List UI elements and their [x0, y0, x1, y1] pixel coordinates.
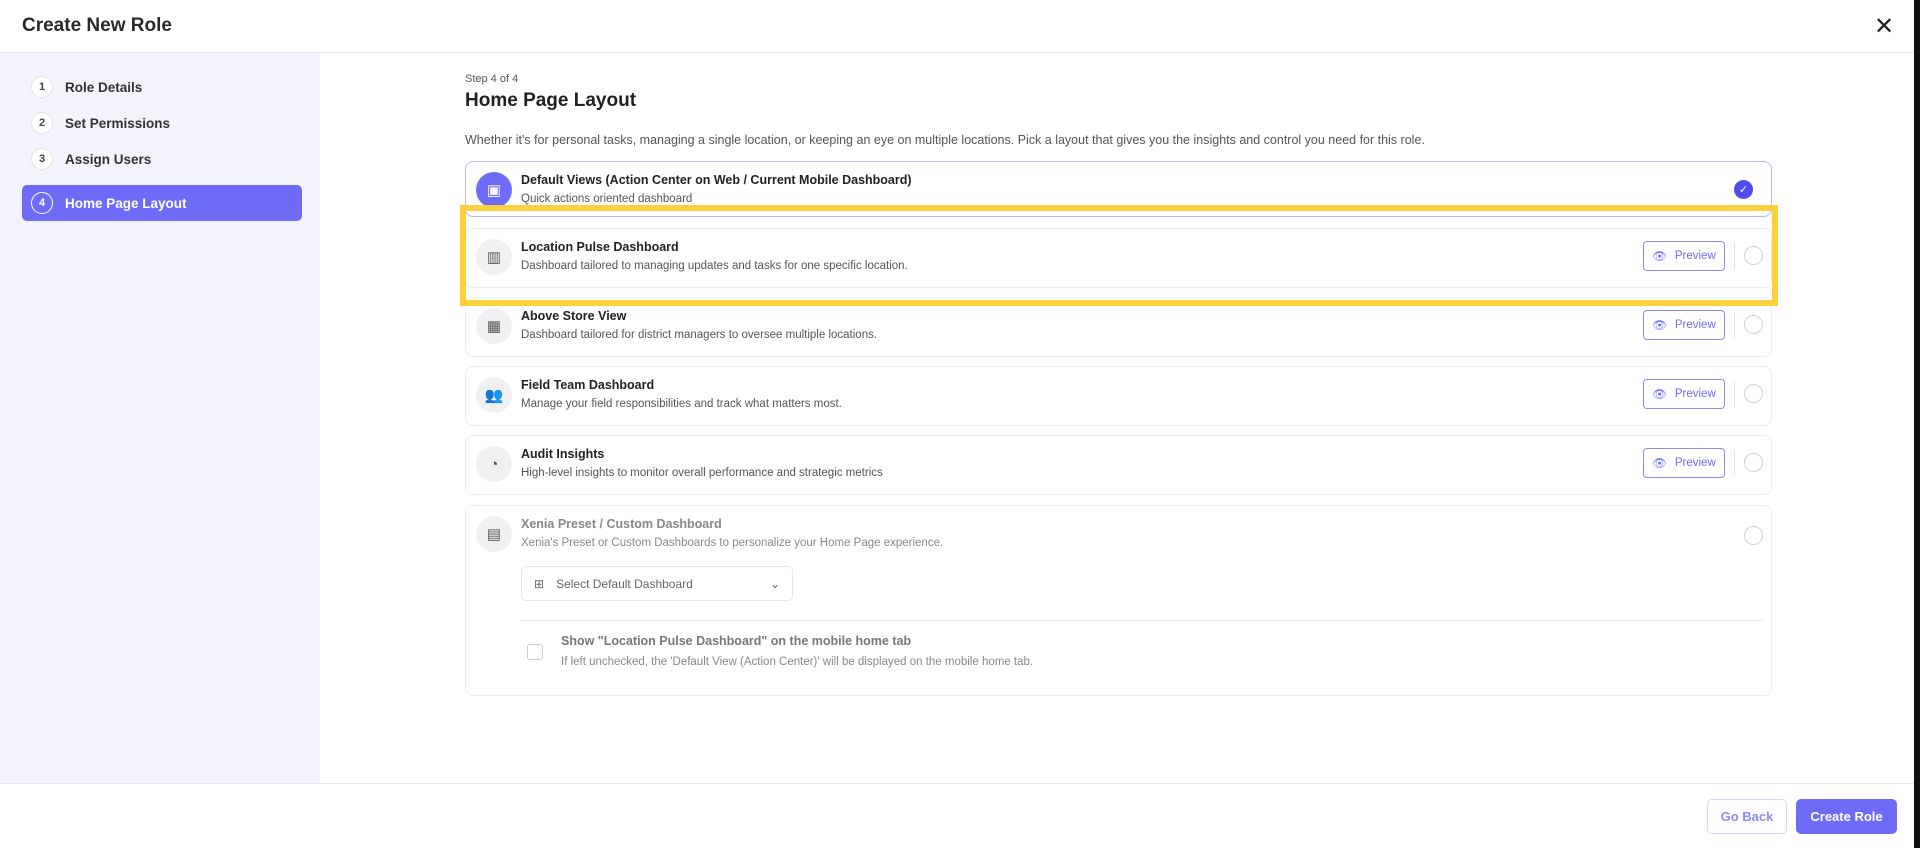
modal-footer: Go Back Create Role — [0, 783, 1914, 848]
go-back-button[interactable]: Go Back — [1707, 799, 1787, 834]
close-icon[interactable]: ✕ — [1874, 12, 1894, 41]
preview-button[interactable]: 👁 Preview — [1643, 310, 1725, 340]
step-label: Role Details — [65, 79, 143, 95]
option-location-pulse[interactable]: ▥ Location Pulse Dashboard Dashboard tai… — [465, 228, 1772, 288]
option-title: Default Views (Action Center on Web / Cu… — [521, 173, 912, 187]
option-desc: Dashboard tailored to managing updates a… — [521, 260, 908, 272]
page-title: Home Page Layout — [465, 90, 637, 111]
option-audit-insights[interactable]: ◔ Audit Insights High-level insights to … — [465, 435, 1772, 495]
step-number: 1 — [31, 76, 53, 98]
step-set-permissions[interactable]: 2 Set Permissions — [22, 106, 302, 140]
option-desc: Dashboard tailored for district managers… — [521, 329, 878, 341]
step-label: Assign Users — [65, 151, 152, 167]
option-title: Above Store View — [521, 309, 627, 323]
divider — [1734, 381, 1735, 407]
checkbox-description: If left unchecked, the 'Default View (Ac… — [561, 656, 1034, 668]
step-indicator: Step 4 of 4 — [465, 73, 519, 85]
preview-label: Preview — [1674, 388, 1716, 400]
preview-button[interactable]: 👁 Preview — [1643, 241, 1725, 271]
step-assign-users[interactable]: 3 Assign Users — [22, 142, 302, 176]
divider — [521, 620, 1763, 621]
preview-label: Preview — [1674, 250, 1716, 262]
option-desc: Manage your field responsibilities and t… — [521, 398, 842, 410]
step-number: 3 — [31, 148, 53, 170]
divider — [1734, 450, 1735, 476]
step-number: 2 — [31, 112, 53, 134]
option-radio[interactable] — [1744, 384, 1763, 403]
preview-label: Preview — [1674, 319, 1716, 331]
mobile-home-checkbox[interactable] — [527, 644, 543, 660]
grid-icon: ▦ — [476, 308, 512, 344]
step-role-details[interactable]: 1 Role Details — [22, 70, 302, 104]
option-radio[interactable] — [1744, 526, 1763, 545]
selected-check-icon[interactable]: ✓ — [1734, 180, 1753, 199]
step-number: 4 — [31, 192, 53, 214]
eye-icon: 👁 — [1652, 320, 1667, 332]
option-title: Location Pulse Dashboard — [521, 240, 679, 254]
preview-button[interactable]: 👁 Preview — [1643, 448, 1725, 478]
eye-icon: 👁 — [1652, 251, 1667, 263]
option-radio[interactable] — [1744, 246, 1763, 265]
window-edge — [1914, 0, 1920, 848]
eye-icon: 👁 — [1652, 389, 1667, 401]
option-default-views[interactable]: ▣ Default Views (Action Center on Web / … — [465, 161, 1772, 217]
presentation-icon: ▣ — [476, 172, 512, 208]
steps-sidebar: 1 Role Details 2 Set Permissions 3 Assign U… — [0, 53, 320, 783]
building-icon: ▥ — [476, 239, 512, 275]
default-dashboard-select[interactable]: ⊞ Select Default Dashboard ⌄ — [521, 566, 793, 601]
chart-icon: ▤ — [476, 516, 512, 552]
option-desc: Quick actions oriented dashboard — [521, 193, 693, 205]
eye-icon: 👁 — [1652, 458, 1667, 470]
option-title: Field Team Dashboard — [521, 378, 655, 392]
divider — [1734, 243, 1735, 269]
option-radio[interactable] — [1744, 453, 1763, 472]
modal-title: Create New Role — [22, 15, 172, 36]
option-xenia-preset[interactable]: ▤ Xenia Preset / Custom Dashboard Xenia'… — [465, 505, 1772, 696]
chevron-down-icon: ⌄ — [769, 576, 780, 591]
team-icon: 👥 — [476, 377, 512, 413]
modal-header: Create New Role ✕ — [0, 0, 1914, 53]
select-placeholder: Select Default Dashboard — [556, 576, 693, 591]
option-desc: Xenia's Preset or Custom Dashboards to p… — [521, 537, 944, 549]
preview-button[interactable]: 👁 Preview — [1643, 379, 1725, 409]
preview-label: Preview — [1674, 457, 1716, 469]
gauge-icon: ◔ — [476, 446, 512, 482]
option-title: Audit Insights — [521, 447, 605, 461]
divider — [1734, 312, 1735, 338]
create-role-button[interactable]: Create Role — [1796, 799, 1897, 834]
dashboard-grid-icon: ⊞ — [534, 576, 545, 591]
page-description: Whether it's for personal tasks, managin… — [465, 133, 1425, 147]
step-label: Home Page Layout — [65, 195, 187, 211]
option-title: Xenia Preset / Custom Dashboard — [521, 517, 722, 531]
option-above-store[interactable]: ▦ Above Store View Dashboard tailored fo… — [465, 297, 1772, 357]
option-radio[interactable] — [1744, 315, 1763, 334]
checkbox-label: Show "Location Pulse Dashboard" on the m… — [561, 634, 912, 648]
option-desc: High-level insights to monitor overall p… — [521, 467, 883, 479]
option-field-team[interactable]: 👥 Field Team Dashboard Manage your field… — [465, 366, 1772, 426]
step-home-page-layout[interactable]: 4 Home Page Layout — [22, 185, 302, 221]
step-label: Set Permissions — [65, 115, 171, 131]
